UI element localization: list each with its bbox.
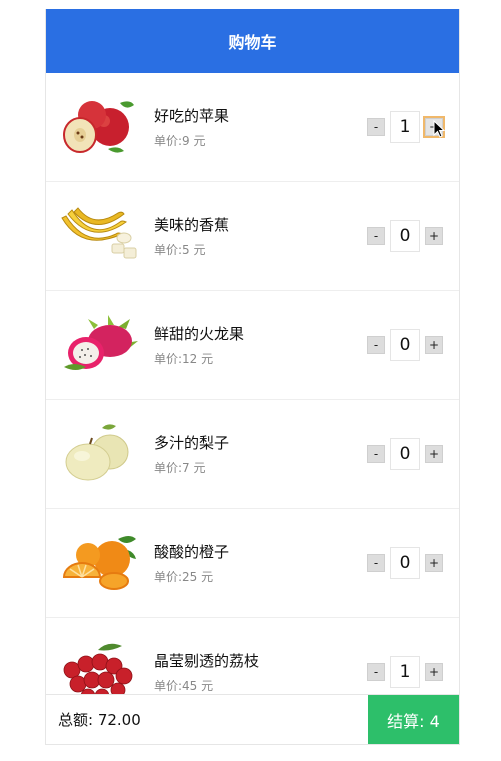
quantity-value[interactable]: 0 (390, 220, 420, 252)
item-info: 美味的香蕉 单价:5 元 (154, 214, 367, 258)
decrement-button[interactable]: - (367, 663, 385, 681)
quantity-stepper: - 0 + (367, 547, 443, 579)
cart-footer: 总额: 72.00 结算: 4 (46, 694, 459, 744)
orange-image (58, 528, 138, 598)
decrement-button[interactable]: - (367, 118, 385, 136)
item-info: 多汁的梨子 单价:7 元 (154, 432, 367, 476)
banana-image (58, 201, 138, 271)
cart-item-apple: 好吃的苹果 单价:9 元 - 1 + (46, 73, 459, 182)
item-info: 鲜甜的火龙果 单价:12 元 (154, 323, 367, 367)
page-title: 购物车 (228, 33, 277, 52)
quantity-stepper: - 0 + (367, 438, 443, 470)
item-price: 单价:9 元 (154, 134, 206, 148)
cart-item-pear: 多汁的梨子 单价:7 元 - 0 + (46, 400, 459, 509)
decrement-button[interactable]: - (367, 445, 385, 463)
cart-item-banana: 美味的香蕉 单价:5 元 - 0 + (46, 182, 459, 291)
pear-image (58, 419, 138, 489)
increment-button[interactable]: + (425, 227, 443, 245)
quantity-value[interactable]: 0 (390, 438, 420, 470)
cart-item-lychee: 晶莹剔透的荔枝 单价:45 元 - 1 + (46, 618, 459, 695)
checkout-button[interactable]: 结算: 4 (368, 695, 459, 744)
quantity-value[interactable]: 1 (390, 656, 420, 688)
item-info: 好吃的苹果 单价:9 元 (154, 105, 367, 149)
increment-button[interactable]: + (423, 116, 445, 138)
quantity-stepper: - 0 + (367, 220, 443, 252)
decrement-button[interactable]: - (367, 336, 385, 354)
increment-button[interactable]: + (425, 663, 443, 681)
cart-list: 好吃的苹果 单价:9 元 - 1 + 美味的香蕉 单价:5 元 - 0 + 鲜甜… (46, 73, 459, 695)
item-price: 单价:5 元 (154, 243, 206, 257)
increment-button[interactable]: + (425, 554, 443, 572)
item-name: 酸酸的橙子 (154, 543, 230, 561)
increment-button[interactable]: + (425, 445, 443, 463)
total-amount: 总额: 72.00 (58, 711, 141, 729)
item-name: 多汁的梨子 (154, 434, 230, 452)
item-name: 美味的香蕉 (154, 216, 230, 234)
quantity-value[interactable]: 0 (390, 329, 420, 361)
item-price: 单价:45 元 (154, 679, 214, 693)
item-info: 酸酸的橙子 单价:25 元 (154, 541, 367, 585)
header: 购物车 (46, 9, 459, 73)
item-name: 晶莹剔透的荔枝 (154, 652, 260, 670)
quantity-stepper: - 0 + (367, 329, 443, 361)
increment-button[interactable]: + (425, 336, 443, 354)
quantity-stepper: - 1 + (367, 111, 445, 143)
cart-app: 购物车 好吃的苹果 单价:9 元 - 1 + 美味的香蕉 单价:5 元 - 0 … (45, 9, 460, 745)
item-price: 单价:7 元 (154, 461, 206, 475)
lychee-image (58, 637, 138, 695)
apple-image (58, 92, 138, 162)
dragonfruit-image (58, 310, 138, 380)
item-name: 好吃的苹果 (154, 107, 230, 125)
quantity-value[interactable]: 0 (390, 547, 420, 579)
quantity-stepper: - 1 + (367, 656, 443, 688)
cart-item-dragonfruit: 鲜甜的火龙果 单价:12 元 - 0 + (46, 291, 459, 400)
decrement-button[interactable]: - (367, 227, 385, 245)
item-price: 单价:12 元 (154, 352, 214, 366)
item-price: 单价:25 元 (154, 570, 214, 584)
item-info: 晶莹剔透的荔枝 单价:45 元 (154, 650, 367, 694)
decrement-button[interactable]: - (367, 554, 385, 572)
quantity-value[interactable]: 1 (390, 111, 420, 143)
cart-item-orange: 酸酸的橙子 单价:25 元 - 0 + (46, 509, 459, 618)
item-name: 鲜甜的火龙果 (154, 325, 245, 343)
